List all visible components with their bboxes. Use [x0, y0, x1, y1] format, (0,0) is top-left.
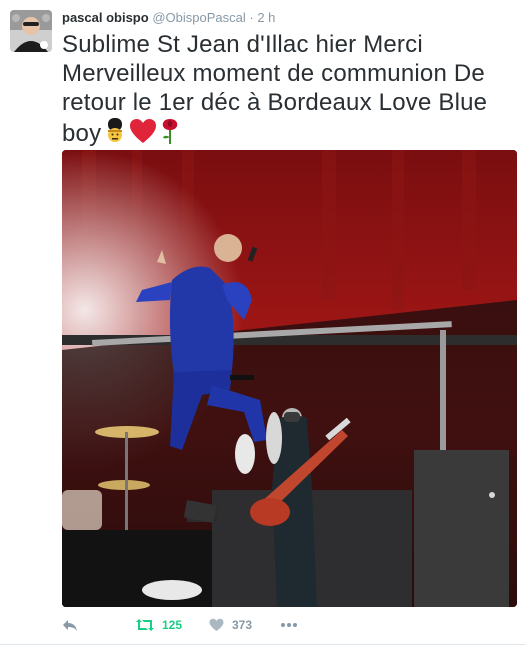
tweet-actions: 125 373	[62, 615, 512, 635]
retweet-button[interactable]: 125	[136, 615, 182, 635]
concert-photo	[62, 150, 517, 607]
author-handle[interactable]: @ObispoPascal	[152, 10, 245, 25]
more-dots-icon	[281, 623, 297, 627]
heart-icon	[209, 618, 224, 631]
tweet-card[interactable]: pascal obispo @ObispoPascal · 2 h Sublim…	[0, 0, 526, 645]
separator-dot: ·	[249, 10, 254, 25]
tweet-text: Sublime St Jean d'Illac hier Merci Merve…	[62, 30, 512, 152]
author-name[interactable]: pascal obispo	[62, 10, 149, 25]
avatar-image	[10, 10, 52, 52]
avatar[interactable]	[10, 10, 52, 52]
like-count: 373	[232, 618, 253, 632]
tweet-timestamp[interactable]: 2 h	[257, 10, 275, 25]
tweet-photo[interactable]	[62, 150, 517, 607]
rose-emoji	[160, 117, 180, 152]
red-heart-emoji	[129, 118, 157, 151]
guardsman-emoji	[104, 118, 126, 151]
reply-icon	[63, 620, 77, 631]
reply-button[interactable]	[62, 615, 78, 635]
retweet-count: 125	[162, 618, 183, 632]
like-button[interactable]: 373	[209, 615, 252, 635]
tweet-header: pascal obispo @ObispoPascal · 2 h	[62, 10, 275, 26]
retweet-icon	[136, 619, 154, 631]
more-button[interactable]	[280, 615, 298, 635]
